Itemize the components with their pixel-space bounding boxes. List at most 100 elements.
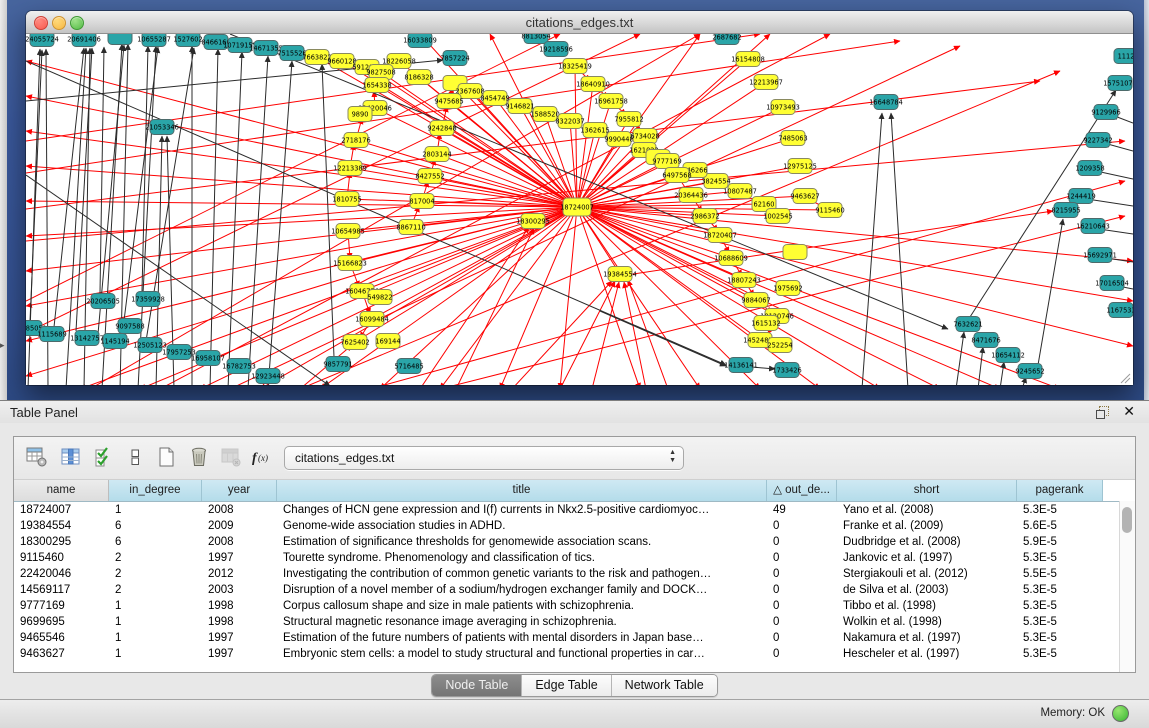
graph-node[interactable]: 12975125 [783,159,817,174]
table-row[interactable]: 946362711997Embryonic stem cells: a mode… [14,646,1135,662]
graph-node[interactable]: 16210643 [1076,219,1110,234]
graph-node[interactable]: 6734028 [630,129,659,144]
row-height-icon[interactable] [122,444,148,470]
network-view-canvas[interactable]: 2405572420691406106552871527602846616010… [26,34,1133,385]
table-scrollbar-thumb[interactable] [1122,507,1132,533]
graph-node[interactable]: 12213389 [333,161,367,176]
table-selector-dropdown[interactable]: citations_edges.txt ▲▼ [284,446,684,470]
graph-node[interactable]: 8867110 [396,220,425,235]
graph-node[interactable]: 15751074 [1103,76,1133,91]
graph-node[interactable]: 9097588 [115,319,144,334]
graph-node[interactable]: 24055724 [26,34,59,47]
graph-node[interactable]: 10655287 [137,34,171,47]
right-panel-divider[interactable] [1144,0,1149,400]
memory-status-indicator[interactable] [1112,705,1129,722]
graph-node[interactable]: 20206505 [86,294,120,309]
graph-node[interactable]: 18720407 [703,228,737,243]
graph-node[interactable]: 7955812 [614,112,643,127]
graph-node[interactable]: 6497568 [662,168,691,183]
column-header-in_degree[interactable]: in_degree [109,480,202,501]
tab-node-table[interactable]: Node Table [432,675,521,696]
graph-node[interactable]: 252254 [767,338,792,353]
column-header-year[interactable]: year [202,480,277,501]
graph-node[interactable]: 14136141 [724,358,758,373]
graph-node[interactable]: 16961758 [594,94,628,109]
graph-node[interactable]: 169144 [375,334,400,349]
graph-node[interactable]: 10688609 [714,251,748,266]
graph-node[interactable]: 15166823 [333,256,367,271]
graph-node[interactable]: 16099484 [355,312,389,327]
graph-node[interactable]: 9990448 [604,132,633,147]
graph-node[interactable] [108,34,132,45]
graph-node[interactable]: 9227342 [1083,133,1112,148]
column-header-title[interactable]: title [277,480,767,501]
graph-node[interactable]: 15692971 [1083,248,1117,263]
show-columns-icon[interactable] [58,444,84,470]
graph-node[interactable]: 20364436 [674,188,708,203]
graph-node[interactable]: 9777169 [652,154,681,169]
graph-node[interactable]: 8186328 [404,70,433,85]
graph-node[interactable]: 16033809 [403,34,437,48]
graph-node[interactable]: 1810755 [332,192,361,207]
graph-node[interactable]: 16958107 [191,351,225,366]
graph-node[interactable]: 20691406 [67,34,101,47]
table-row[interactable]: 977716911998Corpus callosum shape and si… [14,598,1135,614]
graph-node[interactable]: 8427552 [415,169,444,184]
table-row[interactable]: 2242004622012Investigating the contribut… [14,566,1135,582]
table-row[interactable]: 1872400712008Changes of HCN gene express… [14,502,1135,518]
graph-node[interactable]: 1527602 [173,34,202,47]
graph-node[interactable]: 1654338 [362,78,391,93]
graph-node[interactable]: 9129966 [1091,105,1120,120]
graph-node[interactable]: 9115460 [815,203,844,218]
resize-grip-icon[interactable] [1121,374,1130,383]
graph-node[interactable]: 9245652 [1015,364,1044,379]
column-header-short[interactable]: short [837,480,1017,501]
graph-node[interactable]: 9890 [348,107,372,122]
graph-node[interactable]: 549822 [367,290,392,305]
graph-node[interactable]: 13142757 [70,331,104,346]
table-header-row[interactable]: namein_degreeyeartitle△ out_de...shortpa… [14,480,1135,502]
graph-node[interactable]: 16154808 [731,52,765,67]
graph-node[interactable]: 7632621 [953,317,982,332]
citation-network-graph[interactable]: 2405572420691406106552871527602846616010… [26,34,1133,385]
float-panel-icon[interactable] [1096,406,1109,419]
table-row[interactable]: 911546021997Tourette syndrome. Phenomeno… [14,550,1135,566]
graph-node[interactable]: 18807243 [727,273,761,288]
graph-node[interactable]: 2687682 [712,34,741,45]
graph-node[interactable]: 7485063 [778,131,807,146]
function-builder-icon[interactable]: f (x) [250,444,276,470]
table-scrollbar[interactable] [1119,501,1135,672]
graph-node[interactable]: 1145194 [100,334,129,349]
graph-node[interactable]: 21053346 [145,120,179,135]
graph-node[interactable]: 9463627 [790,189,819,204]
graph-node[interactable]: 1244419 [1066,189,1095,204]
panel-collapse-arrow[interactable]: ▸ [0,341,5,350]
graph-node[interactable]: 18300295 [516,214,550,229]
tab-network-table[interactable]: Network Table [611,675,717,696]
graph-node[interactable]: 18325419 [558,59,592,74]
close-panel-icon[interactable]: ✕ [1123,403,1135,420]
select-all-rows-icon[interactable] [91,444,117,470]
graph-node[interactable]: 9475685 [434,94,463,109]
graph-node[interactable]: 1002545 [763,209,792,224]
graph-node[interactable]: 1167533 [1106,303,1133,318]
table-row[interactable]: 1830029562008Estimation of significance … [14,534,1135,550]
graph-node[interactable]: 12213967 [749,75,783,90]
graph-node[interactable]: 9884067 [741,293,770,308]
delete-icon[interactable] [186,444,212,470]
graph-node[interactable]: 16782753 [222,359,256,374]
graph-node[interactable]: 19218596 [539,42,573,57]
graph-node[interactable]: 10654112 [991,348,1025,363]
graph-node[interactable]: 17359928 [131,292,165,307]
graph-node[interactable] [783,245,807,260]
column-header-pagerank[interactable]: pagerank [1017,480,1103,501]
graph-node[interactable]: 7625402 [340,335,369,350]
graph-node[interactable]: 1112 [1114,49,1133,64]
graph-node[interactable]: 9242848 [427,121,456,136]
graph-node[interactable]: 17016504 [1095,276,1129,291]
tab-edge-table[interactable]: Edge Table [521,675,610,696]
graph-node[interactable]: 2986372 [690,209,719,224]
graph-node[interactable]: 1615132 [751,316,780,331]
graph-node[interactable]: 2803144 [422,147,451,162]
graph-node[interactable]: 12923448 [251,369,285,384]
